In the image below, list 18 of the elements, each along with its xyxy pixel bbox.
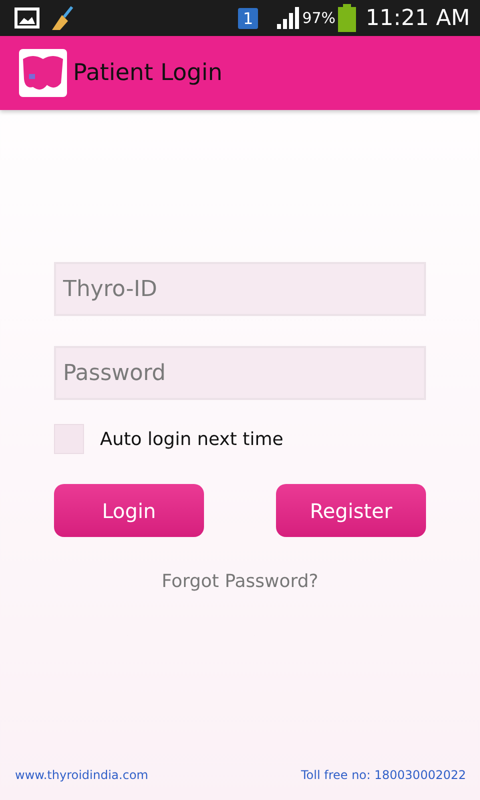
battery-icon xyxy=(338,4,356,32)
image-icon xyxy=(14,7,40,29)
clock: 11:21 AM xyxy=(366,6,470,30)
signal-icon xyxy=(276,7,300,29)
login-button[interactable]: Login xyxy=(54,484,204,537)
forgot-password-link[interactable]: Forgot Password? xyxy=(162,571,318,592)
toll-free-number: Toll free no: 180030002022 xyxy=(300,768,466,782)
battery-percent: 97% xyxy=(302,9,336,27)
app-logo-icon xyxy=(19,49,67,97)
password-field[interactable]: Password xyxy=(54,346,426,400)
notification-badge: 1 xyxy=(238,8,258,28)
auto-login-checkbox[interactable] xyxy=(54,424,84,454)
website-link[interactable]: www.thyroidindia.com xyxy=(15,768,148,782)
broom-icon xyxy=(50,5,76,31)
screen-title: Patient Login xyxy=(73,60,222,86)
thyro-id-field[interactable]: Thyro-ID xyxy=(54,262,426,316)
auto-login-label: Auto login next time xyxy=(100,428,284,450)
register-button[interactable]: Register xyxy=(276,484,426,537)
